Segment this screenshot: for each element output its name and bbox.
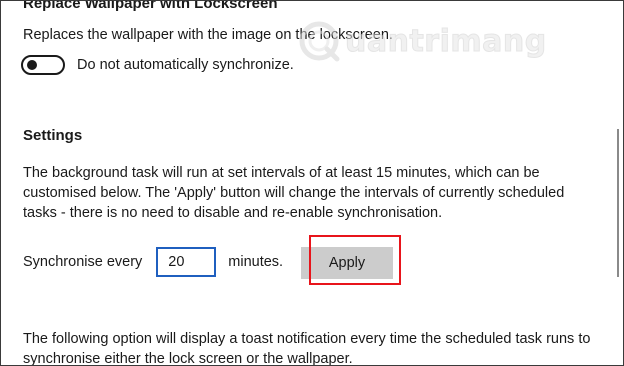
toast-option-description: The following option will display a toas… [23,329,623,366]
settings-description: The background task will run at set inte… [23,163,623,223]
wallpaper-sync-toggle-label: Do not automatically synchronize. [77,57,294,73]
toast-description-line: synchronise either the lock screen or th… [23,351,353,366]
vertical-scrollbar[interactable] [617,129,619,277]
sync-interval-input[interactable] [156,247,217,277]
settings-description-line: tasks - there is no need to disable and … [23,205,443,221]
toggle-knob [27,60,37,70]
settings-description-line: customised below. The 'Apply' button wil… [23,185,565,201]
wallpaper-section-title: Replace Wallpaper with Lockscreen [23,0,278,12]
settings-window: Replace Wallpaper with Lockscreen Replac… [0,0,624,366]
wallpaper-sync-toggle-row: Do not automatically synchronize. [21,53,294,77]
sync-interval-label: Synchronise every [23,254,143,270]
apply-highlight-box [309,235,401,285]
toast-description-line: The following option will display a toas… [23,331,591,347]
wallpaper-section-description: Replaces the wallpaper with the image on… [23,27,393,43]
settings-description-line: The background task will run at set inte… [23,165,540,181]
settings-heading: Settings [23,127,83,144]
minutes-label: minutes. [228,254,284,270]
sync-interval-row: Synchronise every minutes. [23,247,283,277]
wallpaper-sync-toggle[interactable] [21,55,65,75]
